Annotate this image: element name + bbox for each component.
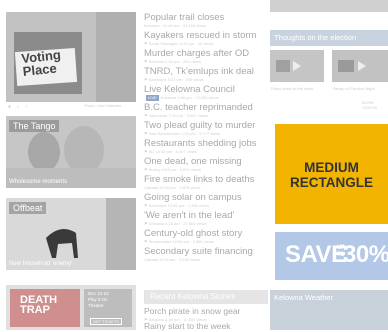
headline-meta: ⚑ South Okanagan 2:43 pm · 10 views <box>144 41 214 46</box>
headline-item[interactable]: TNRD, Tk'emlups ink deal ⚑ Kamloops 5:31 … <box>144 66 270 83</box>
headline-item[interactable]: Restaurants shedding jobs ⚑ BC 10:32 pm ·… <box>144 138 270 155</box>
headline-meta: ⚑ New Westminster 1:00 pm · 3,777 views <box>144 131 221 136</box>
headline-title[interactable]: Restaurants shedding jobs <box>144 138 270 149</box>
headline-item[interactable]: Popular trail closes Kelowna · 11:48 am ·… <box>144 12 270 29</box>
headline-meta: Canada 12:25 pm · 2,679 views <box>144 185 201 190</box>
headline-title[interactable]: 'We aren't in the lead' <box>144 210 270 221</box>
section-tag: Offbeat <box>9 202 47 214</box>
headline-item[interactable]: Murder charges after OD ⚑ Kelowna 2:00 pm… <box>144 48 270 65</box>
headline-title[interactable]: Kayakers rescued in storm <box>144 30 270 41</box>
video-caption[interactable]: Recap of Election Night <box>333 86 375 91</box>
headline-title[interactable]: TNRD, Tk'emlups ink deal <box>144 66 270 77</box>
headline-meta: ⚑ BC 10:32 pm · 4,407 views <box>144 149 197 154</box>
medium-rectangle-ad[interactable]: MEDIUM RECTANGLE <box>275 124 388 224</box>
video-thumb[interactable] <box>270 50 324 82</box>
play-icon <box>332 50 388 82</box>
recent-story-item[interactable]: Rainy start to the week <box>144 321 270 332</box>
more-videos-link[interactable]: MORE VIDEOS <box>362 100 388 110</box>
headline-item[interactable]: Fire smoke links to deaths Canada 12:25 p… <box>144 174 270 191</box>
headline-meta: ⚑ Summerland 12:06 pm · 2,685 views <box>144 239 214 244</box>
headline-title[interactable]: Two plead guilty to murder <box>144 120 270 131</box>
live-badge: LIVE <box>146 95 159 101</box>
headline-title[interactable]: Fire smoke links to deaths <box>144 174 270 185</box>
headline-title[interactable]: Live Kelowna Council <box>144 84 270 95</box>
headline-title[interactable]: B.C. teacher reprimanded <box>144 102 270 113</box>
play-icon <box>270 50 324 82</box>
headline-title[interactable]: Century-old ghost story <box>144 228 270 239</box>
headline-meta: Canada 11:06 am · 2,535 views <box>144 257 201 262</box>
headline-title[interactable]: Going solar on campus <box>144 192 270 203</box>
story-caption: New household 'enemy' <box>9 261 73 267</box>
headline-meta: Kelowna · 11:48 am · 13,160 views <box>144 23 207 28</box>
section-tag: The Tango <box>9 120 60 132</box>
story-caption: Wholesome moments <box>9 179 68 185</box>
headline-meta: ⚑ Kelowna 4:20 am · 27,801 views <box>144 221 207 226</box>
weather-header: Kelowna Weather <box>274 293 334 302</box>
headline-item[interactable]: Kayakers rescued in storm ⚑ South Okanaga… <box>144 30 270 47</box>
headline-title[interactable]: Popular trail closes <box>144 12 270 23</box>
save-ad-banner[interactable]: SAVE UP TO 30% <box>275 232 388 280</box>
headline-meta: ⚑ Vancouver 7:10 pm · 3,087 views <box>144 113 208 118</box>
video-thumb[interactable] <box>332 50 388 82</box>
carousel-dots[interactable]: ● ○ ○ <box>8 104 30 110</box>
photo-credit: Photo: John Malcolm <box>84 103 122 108</box>
recent-stories-header: Recent Kelowna Stories <box>144 290 268 304</box>
voting-sign-text: Voting Place <box>20 47 62 79</box>
video-caption[interactable]: Rainy leave to the week <box>271 86 313 91</box>
headline-item[interactable]: B.C. teacher reprimanded ⚑ Vancouver 7:10… <box>144 102 270 119</box>
headline-meta: ⚑ Kelowna 2:00 pm · 253 views <box>144 59 201 64</box>
headline-item[interactable]: Secondary suite financing Canada 11:06 am… <box>144 246 270 263</box>
headline-title[interactable]: Secondary suite financing <box>144 246 270 257</box>
headline-item[interactable]: Century-old ghost story ⚑ Summerland 12:0… <box>144 228 270 245</box>
tango-story-card[interactable]: The Tango Wholesome moments <box>6 116 136 188</box>
ad-title: DEATH TRAP <box>20 294 58 316</box>
headline-meta-text: Kelowna 1:56 pm · 73,053 views <box>160 95 219 100</box>
headline-title[interactable]: Murder charges after OD <box>144 48 270 59</box>
headline-meta: ⚑ Kamloops 5:31 pm · 895 views <box>144 77 204 82</box>
headline-title[interactable]: One dead, one missing <box>144 156 270 167</box>
election-thoughts-header: Thoughts on the election <box>270 30 388 46</box>
get-tickets-button[interactable]: GET TICKETS <box>90 318 123 325</box>
top-right-banner[interactable] <box>270 0 388 12</box>
kelowna-weather-widget[interactable]: Kelowna Weather <box>270 290 388 330</box>
headline-item[interactable]: Going solar on campus ⚑ Kamloops 12:06 pm… <box>144 192 270 209</box>
featured-story-card[interactable]: Voting Place <box>6 12 136 102</box>
headline-meta: ⚑ Surrey 5:03 pm · 3,679 views <box>144 167 201 172</box>
offbeat-story-card[interactable]: Offbeat New household 'enemy' <box>6 198 136 270</box>
headline-meta: ⚑ Kamloops 12:06 pm · 1,266 views <box>144 203 209 208</box>
ad-dates: Dec 12-22 Play it On Theatre <box>88 291 109 308</box>
death-trap-ad[interactable]: DEATH TRAP Dec 12-22 Play it On Theatre … <box>6 285 136 330</box>
headline-item[interactable]: Two plead guilty to murder ⚑ New Westmins… <box>144 120 270 137</box>
headline-item[interactable]: 'We aren't in the lead' ⚑ Kelowna 4:20 am… <box>144 210 270 227</box>
headline-meta: LIVE Kelowna 1:56 pm · 73,053 views <box>144 95 270 101</box>
headline-item[interactable]: One dead, one missing ⚑ Surrey 5:03 pm · … <box>144 156 270 173</box>
headline-item[interactable]: Live Kelowna Council LIVE Kelowna 1:56 pm … <box>144 84 270 101</box>
